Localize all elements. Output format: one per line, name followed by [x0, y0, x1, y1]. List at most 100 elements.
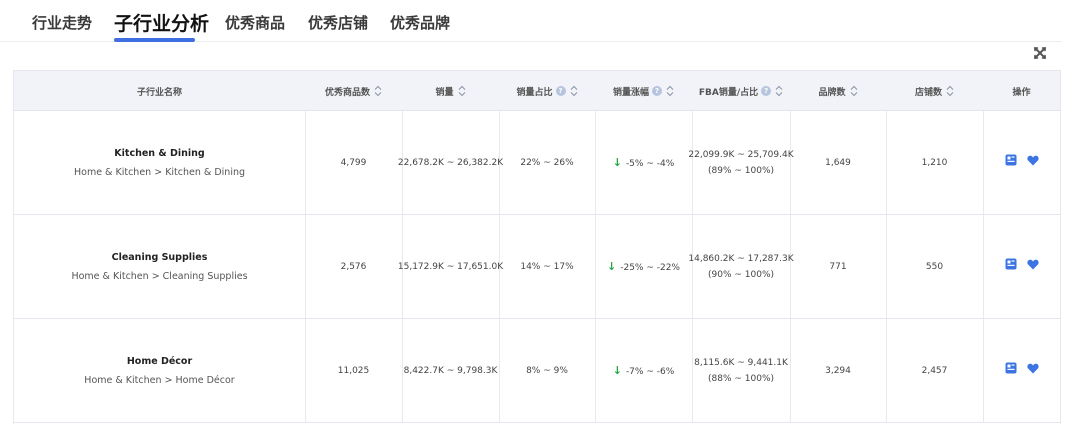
tab-top-brands[interactable]: 优秀品牌: [390, 12, 450, 33]
stores-cell: 1,210: [886, 111, 983, 215]
fba-sales-cell: 22,099.9K ~ 25,709.4K (89% ~ 100%): [688, 111, 793, 215]
sort-icon[interactable]: [775, 85, 783, 97]
col-actions-header: 操作: [983, 71, 1060, 111]
heart-icon[interactable]: [1026, 363, 1039, 380]
detail-icon[interactable]: [1005, 258, 1017, 276]
top-products-count: 4,799: [340, 158, 367, 168]
brand-count: 3,294: [825, 366, 851, 376]
sales-share-cell: 14% ~ 17%: [499, 215, 595, 319]
heart-icon[interactable]: [1026, 155, 1039, 172]
sales-cell: 22,678.2K ~ 26,382.2K: [398, 111, 503, 215]
detail-icon[interactable]: [1005, 362, 1017, 380]
fba-sales-cell: 14,860.2K ~ 17,287.3K (90% ~ 100%): [688, 215, 793, 319]
top-products-cell: 11,025: [305, 319, 402, 423]
column-label: 销量涨幅: [612, 87, 649, 98]
top-products-cell: 2,576: [305, 215, 402, 319]
tab-top-stores[interactable]: 优秀店铺: [308, 12, 368, 33]
column-label: 优秀商品数: [324, 87, 370, 98]
sales-cell: 15,172.9K ~ 17,651.0K: [398, 215, 503, 319]
fba-sales-range: 8,115.6K ~ 9,441.1K: [694, 358, 788, 368]
growth-line: ↓ -7% ~ -6%: [613, 363, 675, 380]
sales-range: 15,172.9K ~ 17,651.0K: [397, 262, 504, 272]
sales-growth: -25% ~ -22%: [620, 262, 680, 273]
table-row[interactable]: Kitchen & Dining Home & Kitchen > Kitchen…: [14, 111, 1060, 215]
info-icon[interactable]: ?: [555, 86, 566, 96]
tab-top-products[interactable]: 优秀商品: [225, 12, 285, 33]
col-sales-share-header[interactable]: 销量占比?: [499, 71, 595, 111]
category-path: Home & Kitchen > Cleaning Supplies: [71, 270, 248, 282]
sub-industry-name-cell: Home Décor Home & Kitchen > Home Décor: [14, 319, 305, 423]
actions-cell: [983, 111, 1060, 215]
sort-icon[interactable]: [666, 85, 674, 97]
tab-industry-trend[interactable]: 行业走势: [32, 12, 92, 33]
arrow-down-icon: ↓: [612, 155, 622, 169]
sales-share: 8% ~ 9%: [526, 366, 568, 376]
tab-bar: 行业走势 子行业分析 优秀商品 优秀店铺 优秀品牌: [0, 0, 1062, 42]
column-label: 子行业名称: [136, 87, 182, 98]
tab-sub-industry-analysis[interactable]: 子行业分析: [114, 9, 209, 36]
brands-cell: 3,294: [790, 319, 886, 423]
stores-cell: 2,457: [886, 319, 983, 423]
sales-range: 22,678.2K ~ 26,382.2K: [397, 158, 504, 168]
heart-icon[interactable]: [1026, 259, 1039, 276]
sub-industry-name[interactable]: Cleaning Supplies: [112, 250, 208, 266]
column-label: 操作: [1012, 87, 1031, 98]
sort-icon[interactable]: [374, 85, 382, 97]
sort-icon[interactable]: [458, 85, 466, 97]
store-count: 550: [925, 262, 944, 272]
stores-cell: 550: [886, 215, 983, 319]
growth-line: ↓ -5% ~ -4%: [613, 155, 675, 172]
info-icon[interactable]: ?: [761, 86, 772, 96]
info-icon[interactable]: ?: [652, 86, 662, 96]
actions-cell: [983, 215, 1060, 319]
sub-industry-name[interactable]: Home Décor: [127, 354, 192, 370]
sort-icon[interactable]: [570, 85, 578, 97]
col-sales-growth-header[interactable]: 销量涨幅?: [595, 71, 692, 111]
store-count: 2,457: [921, 366, 948, 376]
col-top-products-header[interactable]: 优秀商品数: [305, 71, 402, 111]
col-brands-header[interactable]: 品牌数: [790, 71, 886, 111]
fba-sales-range: 14,860.2K ~ 17,287.3K: [688, 254, 794, 264]
column-label: 店铺数: [914, 87, 942, 98]
sub-industry-name-cell: Cleaning Supplies Home & Kitchen > Cleani…: [14, 215, 305, 319]
column-label: 销量: [435, 87, 454, 98]
fba-sales-range: 22,099.9K ~ 25,709.4K: [688, 150, 794, 160]
col-fba-sales-header[interactable]: FBA销量/占比?: [692, 71, 790, 111]
sales-share: 22% ~ 26%: [520, 158, 574, 168]
col-sales-header[interactable]: 销量: [402, 71, 499, 111]
brand-count: 1,649: [825, 158, 851, 168]
growth-line: ↓ -25% ~ -22%: [607, 259, 680, 276]
column-label: FBA销量/占比: [698, 87, 759, 98]
column-label: 销量占比: [516, 87, 553, 98]
sales-share-cell: 22% ~ 26%: [499, 111, 595, 215]
actions-cell: [983, 319, 1060, 423]
top-products-cell: 4,799: [305, 111, 402, 215]
sort-icon[interactable]: [850, 85, 858, 97]
sub-industry-name[interactable]: Kitchen & Dining: [114, 146, 204, 162]
col-stores-header[interactable]: 店铺数: [886, 71, 983, 111]
fba-share: (89% ~ 100%): [707, 166, 775, 176]
store-count: 1,210: [921, 158, 948, 168]
sales-growth: -5% ~ -4%: [625, 158, 675, 169]
brand-count: 771: [829, 262, 847, 272]
table-row[interactable]: Cleaning Supplies Home & Kitchen > Cleani…: [14, 215, 1060, 319]
active-tab-indicator: [114, 38, 195, 42]
detail-icon[interactable]: [1005, 154, 1017, 172]
sort-icon[interactable]: [946, 85, 954, 97]
brands-cell: 1,649: [790, 111, 886, 215]
top-products-count: 11,025: [337, 366, 370, 376]
sales-cell: 8,422.7K ~ 9,798.3K: [402, 319, 499, 423]
sales-growth-cell: ↓ -7% ~ -6%: [595, 319, 692, 423]
category-path: Home & Kitchen > Home Décor: [84, 374, 235, 386]
sales-growth: -7% ~ -6%: [625, 366, 675, 377]
top-products-count: 2,576: [340, 262, 367, 272]
sales-growth-cell: ↓ -25% ~ -22%: [595, 215, 692, 319]
table-row[interactable]: Home Décor Home & Kitchen > Home Décor 11,…: [14, 319, 1060, 423]
sales-growth-cell: ↓ -5% ~ -4%: [595, 111, 692, 215]
close-icon[interactable]: [1030, 43, 1050, 63]
sales-range: 8,422.7K ~ 9,798.3K: [403, 366, 498, 376]
sales-share: 14% ~ 17%: [520, 262, 574, 272]
table-header: 子行业名称 优秀商品数 销量 销量占比? 销量涨幅? FBA销量/占比? 品牌数 店铺数 操作: [14, 71, 1060, 111]
arrow-down-icon: ↓: [607, 259, 617, 273]
sub-industry-name-cell: Kitchen & Dining Home & Kitchen > Kitchen…: [14, 111, 305, 215]
